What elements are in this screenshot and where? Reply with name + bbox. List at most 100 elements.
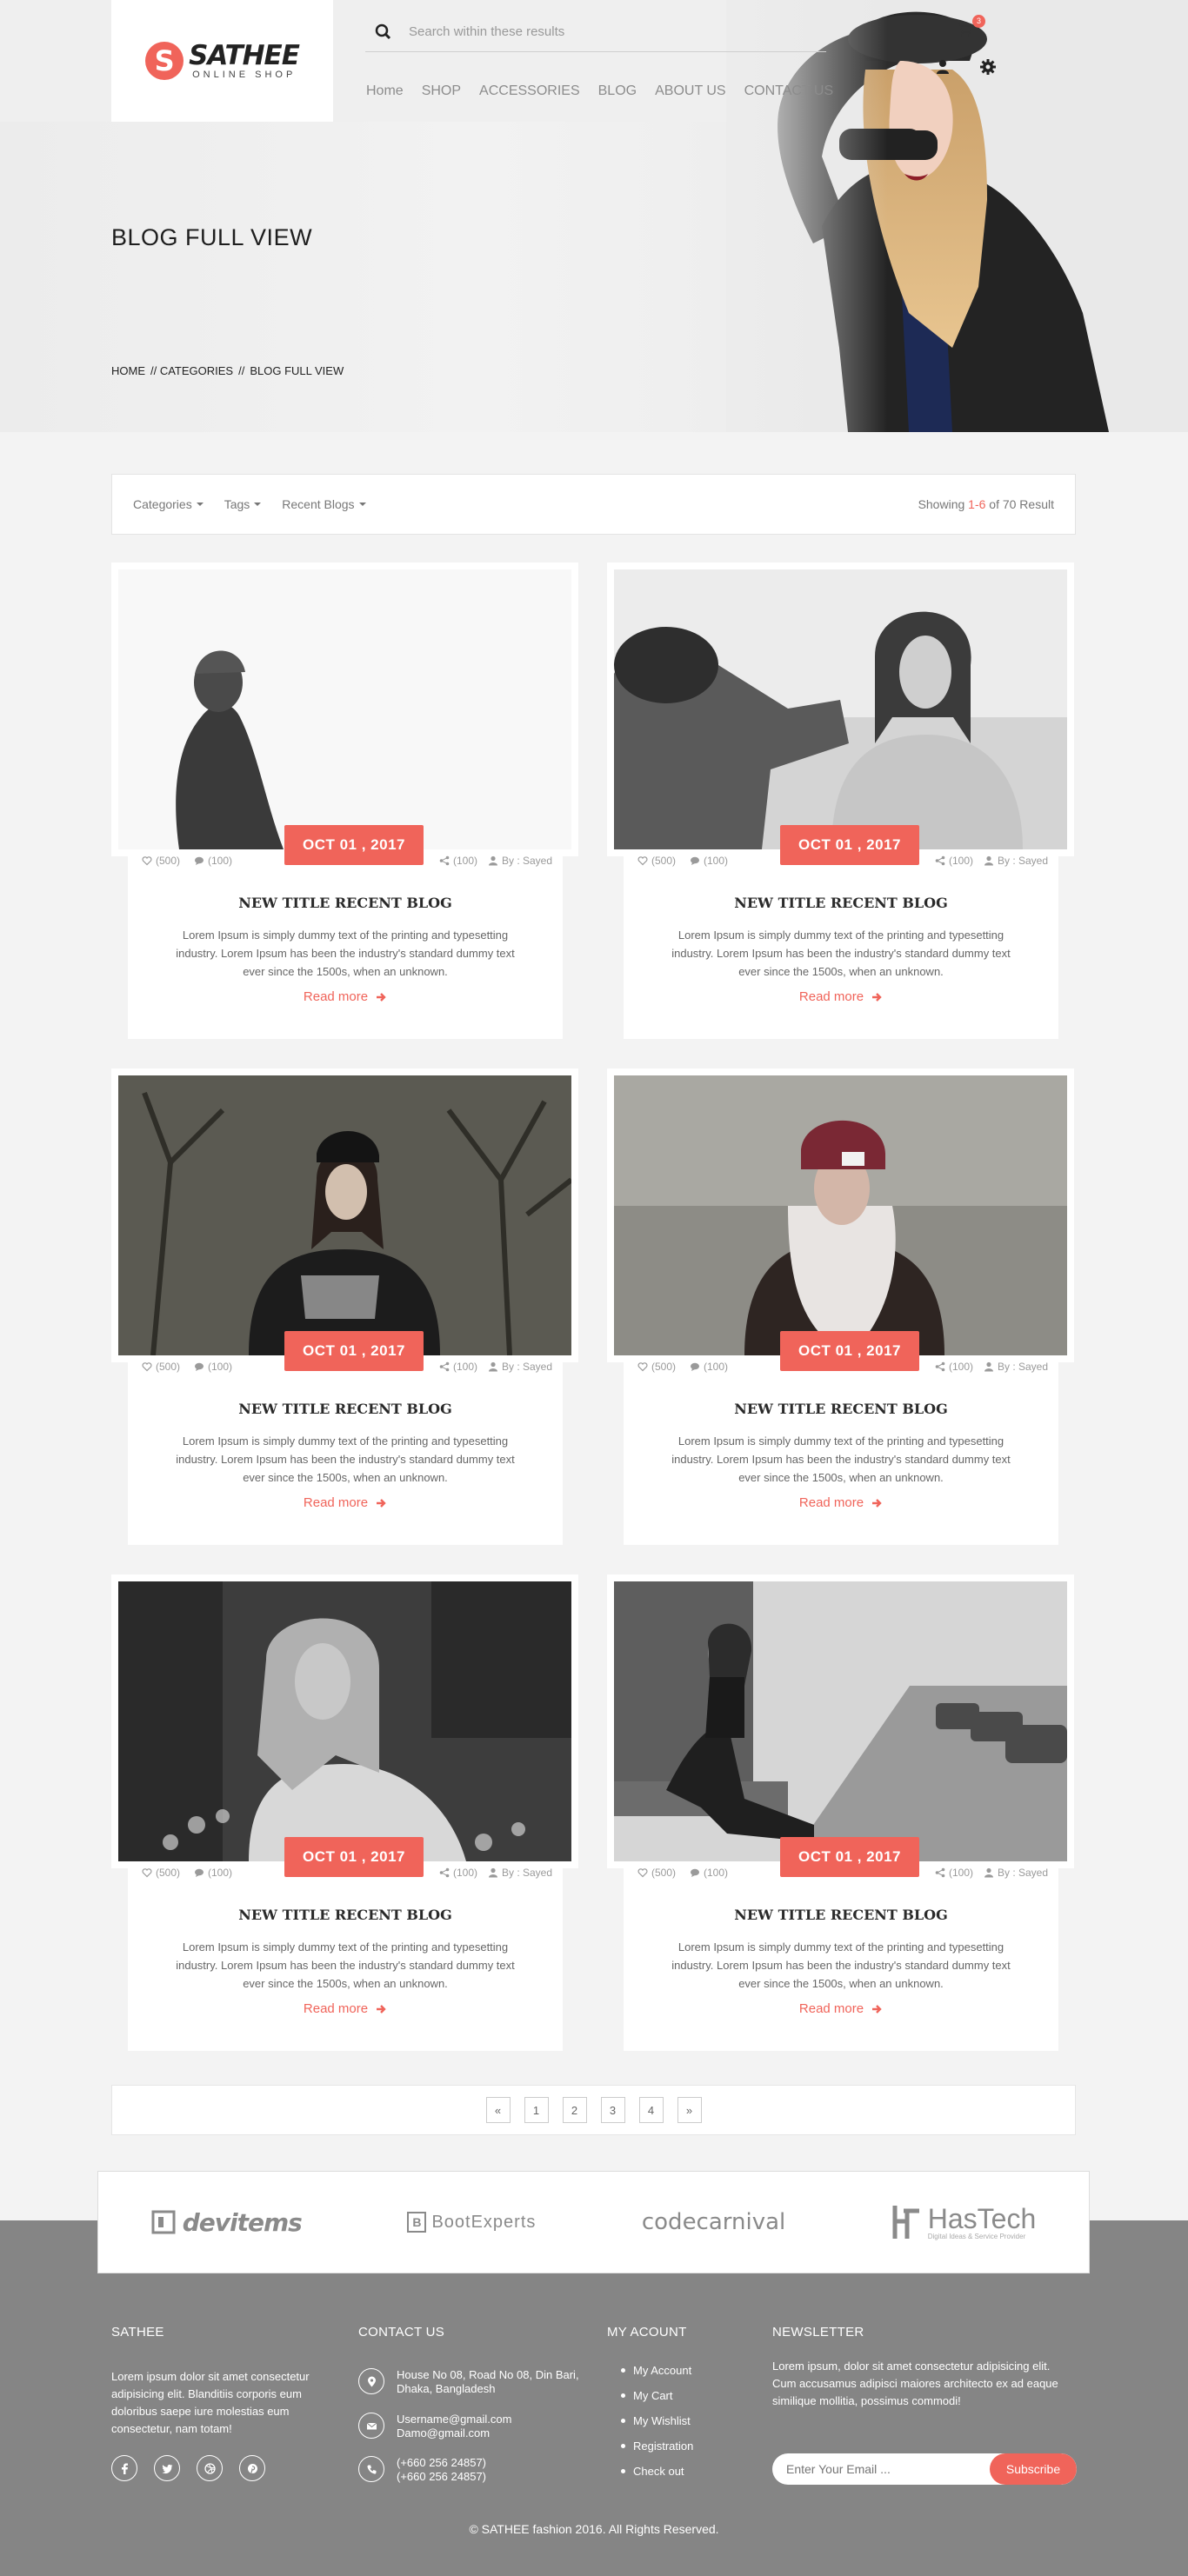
result-count-prefix: Showing bbox=[918, 497, 969, 511]
link-check-out[interactable]: Check out bbox=[607, 2459, 693, 2484]
devitems-logo-icon bbox=[151, 2210, 176, 2234]
likes-meta[interactable]: (500) bbox=[142, 855, 180, 867]
newsletter-email-input[interactable] bbox=[772, 2462, 990, 2476]
shares-meta[interactable]: (100) bbox=[439, 855, 477, 867]
page-next[interactable]: » bbox=[677, 2097, 702, 2123]
pinterest-icon[interactable] bbox=[239, 2455, 265, 2481]
brand-codecarnival[interactable]: codecarnival bbox=[642, 2209, 785, 2235]
nav-accessories[interactable]: ACCESSORIES bbox=[479, 83, 580, 99]
read-more-link[interactable]: Read more bbox=[624, 2001, 1058, 2016]
likes-meta[interactable]: (500) bbox=[637, 1867, 676, 1879]
caret-down-icon bbox=[254, 503, 262, 506]
share-icon bbox=[439, 855, 450, 866]
blog-image-frame[interactable] bbox=[111, 562, 578, 856]
comments-meta[interactable]: (100) bbox=[194, 1867, 232, 1879]
read-more-link[interactable]: Read more bbox=[128, 1495, 563, 1510]
comments-icon bbox=[195, 856, 204, 865]
contact-email: Username@gmail.com Damo@gmail.com bbox=[358, 2413, 597, 2440]
comments-meta[interactable]: (100) bbox=[690, 1867, 728, 1879]
dribbble-icon[interactable] bbox=[197, 2455, 223, 2481]
brand-devitems[interactable]: devitems bbox=[151, 2208, 303, 2237]
brand-hastech[interactable]: HasTech Digital Ideas & Service Provider bbox=[891, 2204, 1036, 2240]
account-links: My Account My Cart My Wishlist Registrat… bbox=[607, 2358, 693, 2484]
heart-icon bbox=[142, 1362, 152, 1372]
blog-photo bbox=[118, 1581, 571, 1861]
nav-shop[interactable]: SHOP bbox=[422, 83, 461, 99]
tags-dropdown[interactable]: Tags bbox=[224, 497, 262, 511]
blog-card: OCT 01 , 2017 (500) (100) (100) By : Say… bbox=[607, 562, 1074, 1039]
blog-card-body: OCT 01 , 2017 (500) (100) (100) By : Say… bbox=[624, 825, 1058, 1039]
heart-icon bbox=[637, 856, 648, 866]
likes-meta[interactable]: (500) bbox=[142, 1361, 180, 1373]
logo[interactable]: S SATHEE ONLINE SHOP bbox=[111, 0, 333, 122]
phone-1[interactable]: (+660 256 24857) bbox=[397, 2456, 597, 2470]
categories-dropdown[interactable]: Categories bbox=[133, 497, 204, 511]
breadcrumb-categories[interactable]: // CATEGORIES bbox=[150, 364, 233, 377]
subscribe-button[interactable]: Subscribe bbox=[990, 2453, 1077, 2485]
nav-about-us[interactable]: ABOUT US bbox=[655, 83, 726, 99]
comments-meta[interactable]: (100) bbox=[690, 855, 728, 867]
shares-meta[interactable]: (100) bbox=[935, 1867, 973, 1879]
blog-title[interactable]: NEW TITLE RECENT BLOG bbox=[624, 1401, 1058, 1417]
blog-title[interactable]: NEW TITLE RECENT BLOG bbox=[128, 1401, 563, 1417]
blog-image-frame[interactable] bbox=[111, 1574, 578, 1868]
page-1[interactable]: 1 bbox=[524, 2097, 549, 2123]
blog-title[interactable]: NEW TITLE RECENT BLOG bbox=[624, 895, 1058, 911]
link-registration[interactable]: Registration bbox=[607, 2433, 693, 2459]
comments-meta[interactable]: (100) bbox=[690, 1361, 728, 1373]
search-input[interactable] bbox=[409, 24, 800, 39]
breadcrumb-home[interactable]: HOME bbox=[111, 364, 145, 377]
blog-image-frame[interactable] bbox=[607, 1068, 1074, 1362]
shares-meta[interactable]: (100) bbox=[935, 1361, 973, 1373]
email-1[interactable]: Username@gmail.com bbox=[397, 2413, 597, 2426]
link-my-wishlist[interactable]: My Wishlist bbox=[607, 2408, 693, 2433]
recent-blogs-dropdown[interactable]: Recent Blogs bbox=[282, 497, 366, 511]
read-more-link[interactable]: Read more bbox=[128, 989, 563, 1004]
facebook-icon[interactable] bbox=[111, 2455, 137, 2481]
heart-icon bbox=[637, 1362, 648, 1372]
read-more-label: Read more bbox=[798, 2001, 864, 2016]
phone-2[interactable]: (+660 256 24857) bbox=[397, 2470, 597, 2484]
newsletter-text: Lorem ipsum, dolor sit amet consectetur … bbox=[772, 2360, 1058, 2407]
comments-meta[interactable]: (100) bbox=[194, 855, 232, 867]
blog-image-frame[interactable] bbox=[607, 562, 1074, 856]
nav-home[interactable]: Home bbox=[366, 83, 404, 99]
nav-contact-us[interactable]: CONTACT US bbox=[744, 83, 834, 99]
blog-image-frame[interactable] bbox=[607, 1574, 1074, 1868]
search-icon[interactable] bbox=[370, 19, 397, 45]
link-my-cart[interactable]: My Cart bbox=[607, 2383, 693, 2408]
read-more-link[interactable]: Read more bbox=[624, 989, 1058, 1004]
read-more-link[interactable]: Read more bbox=[624, 1495, 1058, 1510]
page-4[interactable]: 4 bbox=[638, 2097, 664, 2123]
shares-meta[interactable]: (100) bbox=[439, 1867, 477, 1879]
brand-bootexperts[interactable]: B BootExperts bbox=[407, 2212, 536, 2233]
blog-title[interactable]: NEW TITLE RECENT BLOG bbox=[128, 895, 563, 911]
pagination: « 1 2 3 4 » bbox=[111, 2085, 1076, 2135]
page-2[interactable]: 2 bbox=[562, 2097, 587, 2123]
date-text: OCT 01 , 2017 bbox=[798, 836, 901, 853]
blog-title[interactable]: NEW TITLE RECENT BLOG bbox=[624, 1907, 1058, 1923]
read-more-link[interactable]: Read more bbox=[128, 2001, 563, 2016]
twitter-icon[interactable] bbox=[154, 2455, 180, 2481]
link-my-account[interactable]: My Account bbox=[607, 2358, 693, 2383]
email-2[interactable]: Damo@gmail.com bbox=[397, 2426, 597, 2440]
cart-icon[interactable] bbox=[957, 21, 974, 38]
likes-meta[interactable]: (500) bbox=[142, 1867, 180, 1879]
likes-meta[interactable]: (500) bbox=[637, 1361, 676, 1373]
page-prev[interactable]: « bbox=[485, 2097, 511, 2123]
blog-image-frame[interactable] bbox=[111, 1068, 578, 1362]
shares-meta[interactable]: (100) bbox=[439, 1361, 477, 1373]
shares-meta[interactable]: (100) bbox=[935, 855, 973, 867]
blog-title[interactable]: NEW TITLE RECENT BLOG bbox=[128, 1907, 563, 1923]
user-icon[interactable] bbox=[936, 59, 950, 75]
contact-phone: (+660 256 24857) (+660 256 24857) bbox=[358, 2456, 597, 2484]
page-3[interactable]: 3 bbox=[600, 2097, 625, 2123]
comments-count: (100) bbox=[208, 1361, 233, 1373]
likes-meta[interactable]: (500) bbox=[637, 855, 676, 867]
gear-icon[interactable] bbox=[979, 58, 997, 76]
nav-blog[interactable]: BLOG bbox=[598, 83, 637, 99]
categories-label: Categories bbox=[133, 497, 192, 511]
comments-meta[interactable]: (100) bbox=[194, 1361, 232, 1373]
date-text: OCT 01 , 2017 bbox=[302, 836, 405, 853]
read-more-label: Read more bbox=[798, 1495, 864, 1510]
